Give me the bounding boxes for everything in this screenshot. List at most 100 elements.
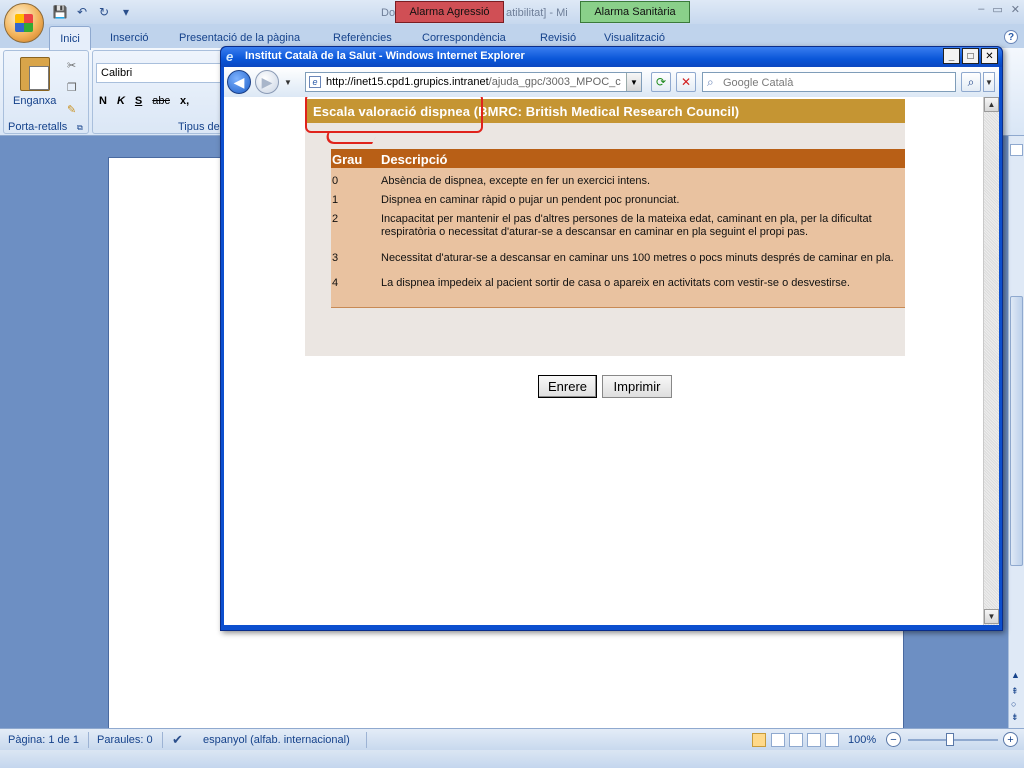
- highlight-annotation: [305, 97, 483, 133]
- table-header: Grau Descripció: [331, 149, 905, 168]
- stop-button[interactable]: ✕: [676, 72, 696, 92]
- back-button[interactable]: ◀: [227, 70, 251, 94]
- zoom-out-icon[interactable]: −: [886, 732, 901, 747]
- ie-scroll-up-icon[interactable]: ▲: [984, 97, 999, 112]
- page-icon: e: [309, 76, 321, 88]
- tab-correspondencia[interactable]: Correspondència: [422, 32, 506, 44]
- paste-label[interactable]: Enganxa: [13, 95, 56, 107]
- search-placeholder: Google Català: [723, 77, 794, 89]
- office-button[interactable]: [4, 3, 44, 43]
- italic-button[interactable]: K: [117, 95, 125, 107]
- search-options-dropdown-icon[interactable]: ▼: [983, 72, 995, 92]
- customize-toolbar-icon[interactable]: ▾: [118, 4, 134, 20]
- bold-button[interactable]: N: [99, 95, 107, 107]
- back-page-button[interactable]: Enrere: [538, 375, 597, 398]
- ie-titlebar: e Institut Català de la Salut - Windows …: [221, 47, 1002, 67]
- word-titlebar: 💾 ↶ ↻ ▾ Do atibilitat] - Mi – ▭ ✕: [0, 0, 1024, 24]
- word-vertical-scrollbar[interactable]: ▲ ⇞ ○ ⇟: [1008, 136, 1024, 728]
- font-group-label: Tipus de: [178, 121, 220, 133]
- help-icon[interactable]: ?: [1004, 30, 1018, 44]
- ruler-toggle-icon[interactable]: [1010, 144, 1023, 156]
- grade-number: 2: [332, 213, 339, 225]
- word-title-mid: atibilitat] - Mi: [506, 7, 568, 19]
- cut-icon[interactable]: ✂: [67, 59, 76, 72]
- ie-close-button[interactable]: ✕: [981, 48, 998, 64]
- word-scroll-thumb[interactable]: [1010, 296, 1023, 566]
- grade-description: Absència de dispnea, excepte en fer un e…: [381, 175, 651, 187]
- underline-button[interactable]: S: [135, 95, 142, 107]
- grade-description: La dispnea impedeix al pacient sortir de…: [381, 277, 850, 289]
- strikethrough-button[interactable]: abc: [152, 95, 170, 107]
- address-url[interactable]: http://inet15.cpd1.grupics.intranet/ajud…: [326, 76, 626, 88]
- office-logo-icon: [15, 14, 33, 32]
- outline-view-icon[interactable]: [807, 733, 821, 747]
- ie-minimize-button[interactable]: _: [943, 48, 960, 64]
- ie-window-title: Institut Català de la Salut - Windows In…: [245, 50, 525, 62]
- refresh-button[interactable]: ⟳: [651, 72, 671, 92]
- address-bar[interactable]: e http://inet15.cpd1.grupics.intranet/aj…: [305, 72, 642, 92]
- grade-number: 4: [332, 277, 339, 289]
- subscript-button[interactable]: x,: [180, 95, 189, 107]
- address-host: http://inet15.cpd1.grupics.intranet: [326, 76, 489, 88]
- font-name-field[interactable]: Calibri: [96, 63, 236, 83]
- address-dropdown-icon[interactable]: ▼: [626, 73, 641, 91]
- grade-number: 1: [332, 194, 339, 206]
- highlight-annotation-tail: [322, 132, 378, 144]
- word-restore-button[interactable]: ▭: [992, 3, 1002, 16]
- word-minimize-button[interactable]: –: [978, 3, 984, 16]
- taskbar-strip: [0, 750, 1024, 768]
- dialog-launcher-icon[interactable]: ⧉: [77, 123, 83, 133]
- redo-icon[interactable]: ↻: [96, 4, 112, 20]
- zoom-in-icon[interactable]: +: [1003, 732, 1018, 747]
- ie-logo-icon: e: [226, 49, 234, 64]
- status-bar: Pàgina: 1 de 1 Paraules: 0 ✔ espanyol (a…: [0, 728, 1024, 750]
- print-layout-view-icon[interactable]: [752, 733, 766, 747]
- word-title-left: Do: [381, 7, 396, 19]
- format-painter-icon[interactable]: ✎: [67, 103, 76, 116]
- scroll-up-icon[interactable]: ▲: [1011, 670, 1020, 680]
- zoom-slider-thumb[interactable]: [946, 733, 954, 746]
- ribbon-tabs: Inserció Presentació de la pàgina Referè…: [0, 24, 1024, 48]
- zoom-level[interactable]: 100%: [848, 734, 876, 746]
- alarm-health-button[interactable]: Alarma Sanitària: [580, 1, 690, 23]
- address-path: /ajuda_gpc/3003_MPOC_c: [488, 76, 621, 88]
- search-input[interactable]: ⌕ Google Català: [702, 72, 956, 92]
- word-close-button[interactable]: ✕: [1011, 3, 1020, 16]
- font-format-buttons: N K S abc x,: [99, 95, 189, 107]
- next-page-icon[interactable]: ⇟: [1011, 712, 1019, 723]
- alarm-aggression-button[interactable]: Alarma Agressió: [395, 1, 504, 23]
- ie-maximize-button[interactable]: □: [962, 48, 979, 64]
- proofing-icon[interactable]: ✔: [172, 732, 183, 748]
- previous-page-icon[interactable]: ⇞: [1011, 686, 1019, 697]
- tab-inici[interactable]: Inici: [49, 26, 91, 50]
- tab-visualitzacio[interactable]: Visualització: [604, 32, 665, 44]
- language-indicator[interactable]: espanyol (alfab. internacional): [203, 734, 350, 746]
- status-separator: [162, 732, 163, 748]
- word-count[interactable]: Paraules: 0: [97, 734, 153, 746]
- status-separator: [88, 732, 89, 748]
- tab-referencies[interactable]: Referències: [333, 32, 392, 44]
- draft-view-icon[interactable]: [825, 733, 839, 747]
- undo-icon[interactable]: ↶: [74, 4, 90, 20]
- paste-icon[interactable]: [20, 57, 50, 91]
- web-layout-view-icon[interactable]: [789, 733, 803, 747]
- tab-presentacio[interactable]: Presentació de la pàgina: [179, 32, 300, 44]
- history-dropdown-icon[interactable]: ▼: [284, 78, 292, 87]
- full-screen-view-icon[interactable]: [771, 733, 785, 747]
- tab-insercio[interactable]: Inserció: [110, 32, 149, 44]
- page-count[interactable]: Pàgina: 1 de 1: [8, 734, 79, 746]
- ie-scroll-down-icon[interactable]: ▼: [984, 609, 999, 624]
- ie-vertical-scrollbar[interactable]: ▲ ▼: [983, 97, 999, 625]
- print-button[interactable]: Imprimir: [602, 375, 672, 398]
- column-header-grade: Grau: [332, 152, 363, 167]
- grade-description: Incapacitat per mantenir el pas d'altres…: [381, 213, 872, 238]
- word-window-controls: – ▭ ✕: [978, 3, 1020, 16]
- grade-description: Necessitat d'aturar-se a descansar en ca…: [381, 252, 894, 264]
- browse-object-icon[interactable]: ○: [1011, 699, 1016, 709]
- search-button[interactable]: ⌕: [961, 72, 981, 92]
- forward-button[interactable]: ▶: [255, 70, 279, 94]
- copy-icon[interactable]: ❐: [67, 81, 77, 94]
- dyspnea-scale-panel: Escala valoració dispnea (BMRC: British …: [305, 97, 905, 356]
- tab-revisio[interactable]: Revisió: [540, 32, 576, 44]
- save-icon[interactable]: 💾: [52, 4, 68, 20]
